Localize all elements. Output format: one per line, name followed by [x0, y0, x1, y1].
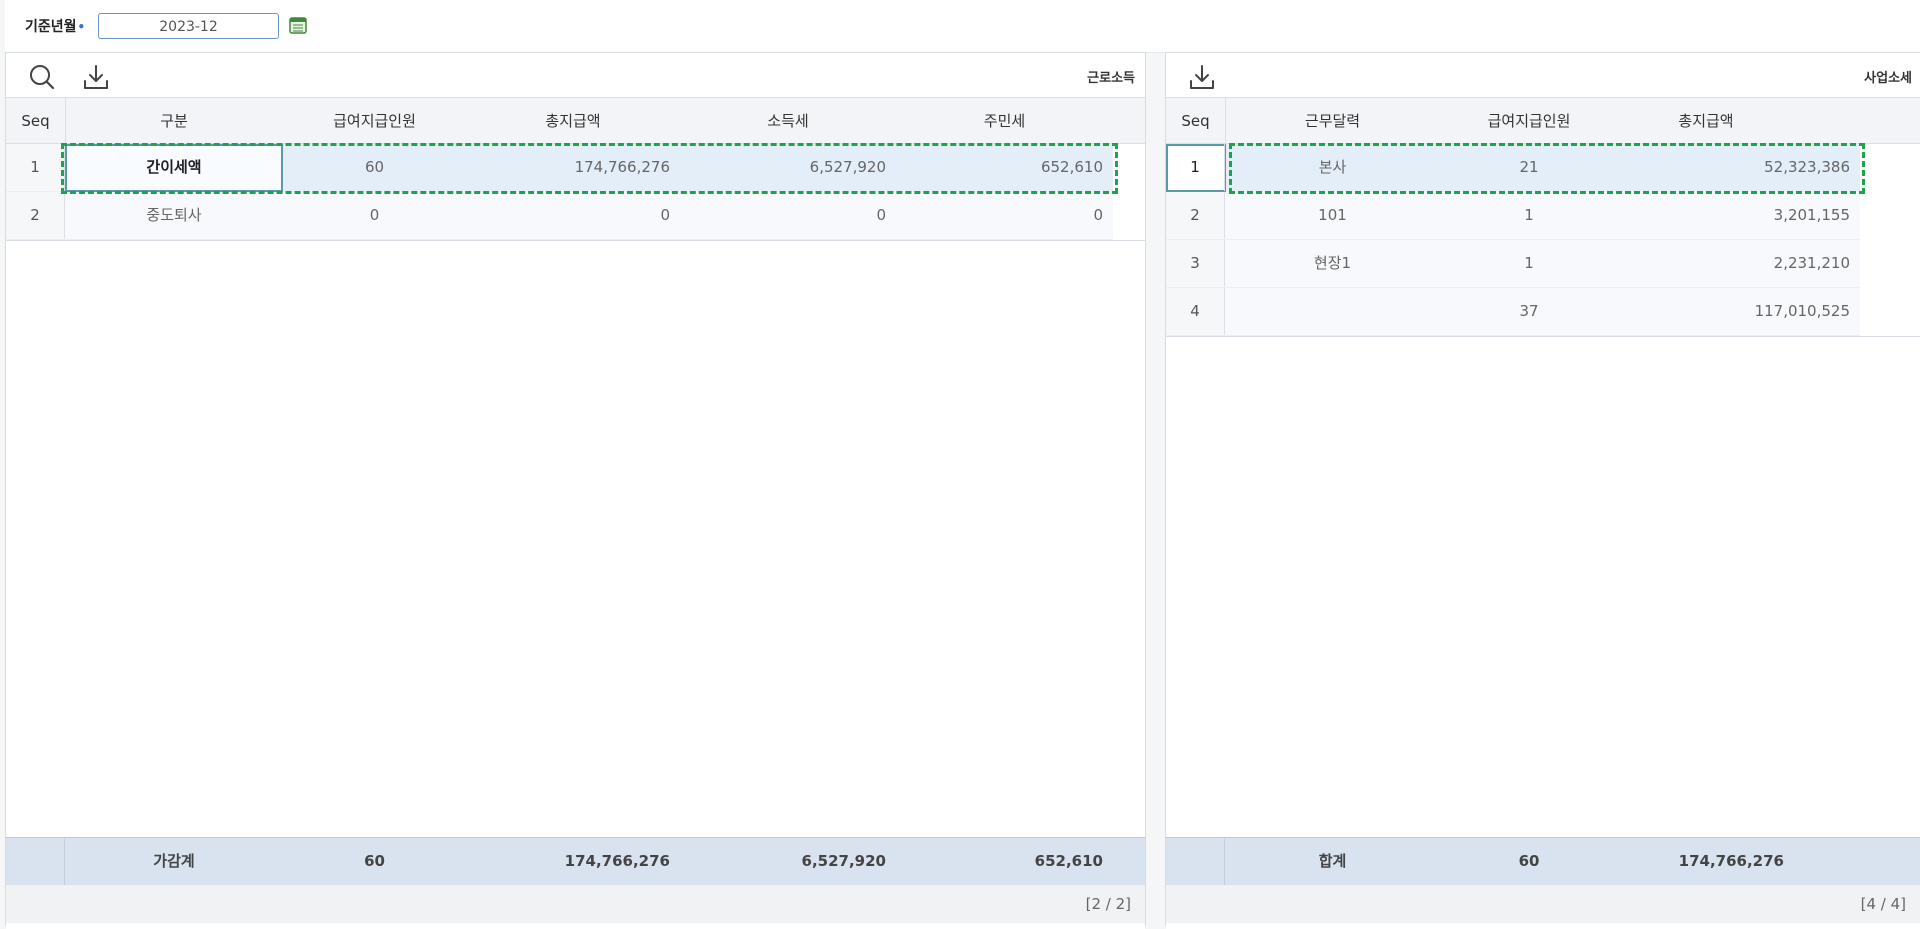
grid-header: Seq 구분 급여지급인원 총지급액 소득세 주민세: [6, 97, 1145, 144]
search-icon[interactable]: [28, 63, 56, 91]
row-seq: 2: [1166, 192, 1225, 239]
table-row[interactable]: 1 간이세액 60 174,766,276 6,527,920 652,610: [6, 144, 1113, 192]
row-resident-tax: 652,610: [1040, 158, 1103, 176]
row-seq: 3: [1166, 240, 1225, 287]
earned-income-grid: Seq 구분 급여지급인원 총지급액 소득세 주민세 1 간이세액 60 174…: [6, 97, 1145, 929]
business-tax-grid: Seq 근무달력 급여지급인원 총지급액 1 본사 21 52,323,386 …: [1166, 97, 1920, 929]
download-icon[interactable]: [82, 63, 110, 91]
row-count: 1: [1524, 206, 1534, 224]
row-seq: 1: [1166, 144, 1225, 191]
table-row[interactable]: 2 중도퇴사 0 0 0 0: [6, 192, 1113, 240]
col-total[interactable]: 총지급액: [466, 98, 680, 144]
footer-total: 174,766,276: [1678, 852, 1784, 870]
footer-count: 60: [1518, 852, 1540, 870]
table-row[interactable]: 1 본사 21 52,323,386: [1166, 144, 1860, 192]
pager-status: [2 / 2]: [6, 885, 1145, 923]
row-seq: 2: [6, 192, 65, 239]
table-row[interactable]: 3 현장1 1 2,231,210: [1166, 240, 1860, 288]
row-category: 간이세액: [146, 158, 202, 176]
required-mark: •: [77, 20, 86, 34]
footer-seq: [6, 838, 65, 885]
row-income-tax: 6,527,920: [809, 158, 886, 176]
row-place: 101: [1318, 206, 1347, 224]
col-count[interactable]: 급여지급인원: [1440, 98, 1618, 144]
col-category[interactable]: 구분: [65, 98, 283, 144]
row-category: 중도퇴사: [146, 206, 202, 224]
footer-resident-tax: 652,610: [1034, 852, 1103, 870]
filter-bar: 기준년월• 2023-12: [5, 0, 1920, 53]
footer-label: 가감계: [153, 852, 195, 870]
row-place: 본사: [1318, 158, 1347, 176]
footer-total: 174,766,276: [564, 852, 670, 870]
col-resident-tax[interactable]: 주민세: [896, 98, 1113, 144]
row-place: 현장1: [1313, 254, 1352, 272]
footer-income-tax: 6,527,920: [801, 852, 886, 870]
panel-title: 근로소득: [1087, 71, 1135, 86]
col-place[interactable]: 근무달력: [1225, 98, 1440, 144]
row-total: 2,231,210: [1773, 254, 1850, 272]
base-month-label: 기준년월•: [25, 16, 85, 36]
grid-header: Seq 근무달력 급여지급인원 총지급액: [1166, 97, 1920, 144]
base-month-label-text: 기준년월: [25, 19, 77, 35]
row-count: 0: [369, 206, 380, 224]
row-count: 60: [364, 158, 385, 176]
col-count[interactable]: 급여지급인원: [283, 98, 466, 144]
grid-empty-area: [1166, 336, 1920, 337]
row-income-tax: 0: [876, 206, 886, 224]
grid-footer: 가감계 60 174,766,276 6,527,920 652,610: [6, 837, 1145, 885]
row-total: 174,766,276: [574, 158, 670, 176]
grid-empty-area: [6, 240, 1145, 241]
calendar-icon[interactable]: [289, 16, 307, 34]
row-total: 117,010,525: [1754, 302, 1850, 320]
row-seq: 1: [6, 144, 65, 191]
row-resident-tax: 0: [1093, 206, 1103, 224]
row-total: 3,201,155: [1773, 206, 1850, 224]
pager-status: [4 / 4]: [1166, 885, 1920, 923]
row-count: 21: [1519, 158, 1539, 176]
base-month-input[interactable]: 2023-12: [98, 13, 279, 39]
footer-label: 합계: [1318, 852, 1347, 870]
col-seq[interactable]: Seq: [6, 98, 66, 144]
row-total: 52,323,386: [1764, 158, 1850, 176]
col-total[interactable]: 총지급액: [1618, 98, 1794, 144]
business-tax-panel: 사업소세 Seq 근무달력 급여지급인원 총지급액 1 본사 21 52,323…: [1165, 52, 1920, 929]
grid-footer: 합계 60 174,766,276: [1166, 837, 1920, 885]
row-seq: 4: [1166, 288, 1225, 335]
table-row[interactable]: 4 37 117,010,525: [1166, 288, 1860, 336]
row-total: 0: [660, 206, 670, 224]
row-count: 37: [1519, 302, 1539, 320]
panel-title: 사업소세: [1864, 71, 1912, 86]
download-icon[interactable]: [1188, 63, 1216, 91]
earned-income-panel: 근로소득 Seq 구분 급여지급인원 총지급액 소득세 주민세 1 간이세액 6…: [5, 52, 1146, 929]
row-place: [1225, 288, 1440, 335]
row-count: 1: [1524, 254, 1534, 272]
footer-seq: [1166, 838, 1225, 885]
col-income-tax[interactable]: 소득세: [680, 98, 896, 144]
table-row[interactable]: 2 101 1 3,201,155: [1166, 192, 1860, 240]
col-seq[interactable]: Seq: [1166, 98, 1226, 144]
footer-count: 60: [364, 852, 385, 870]
